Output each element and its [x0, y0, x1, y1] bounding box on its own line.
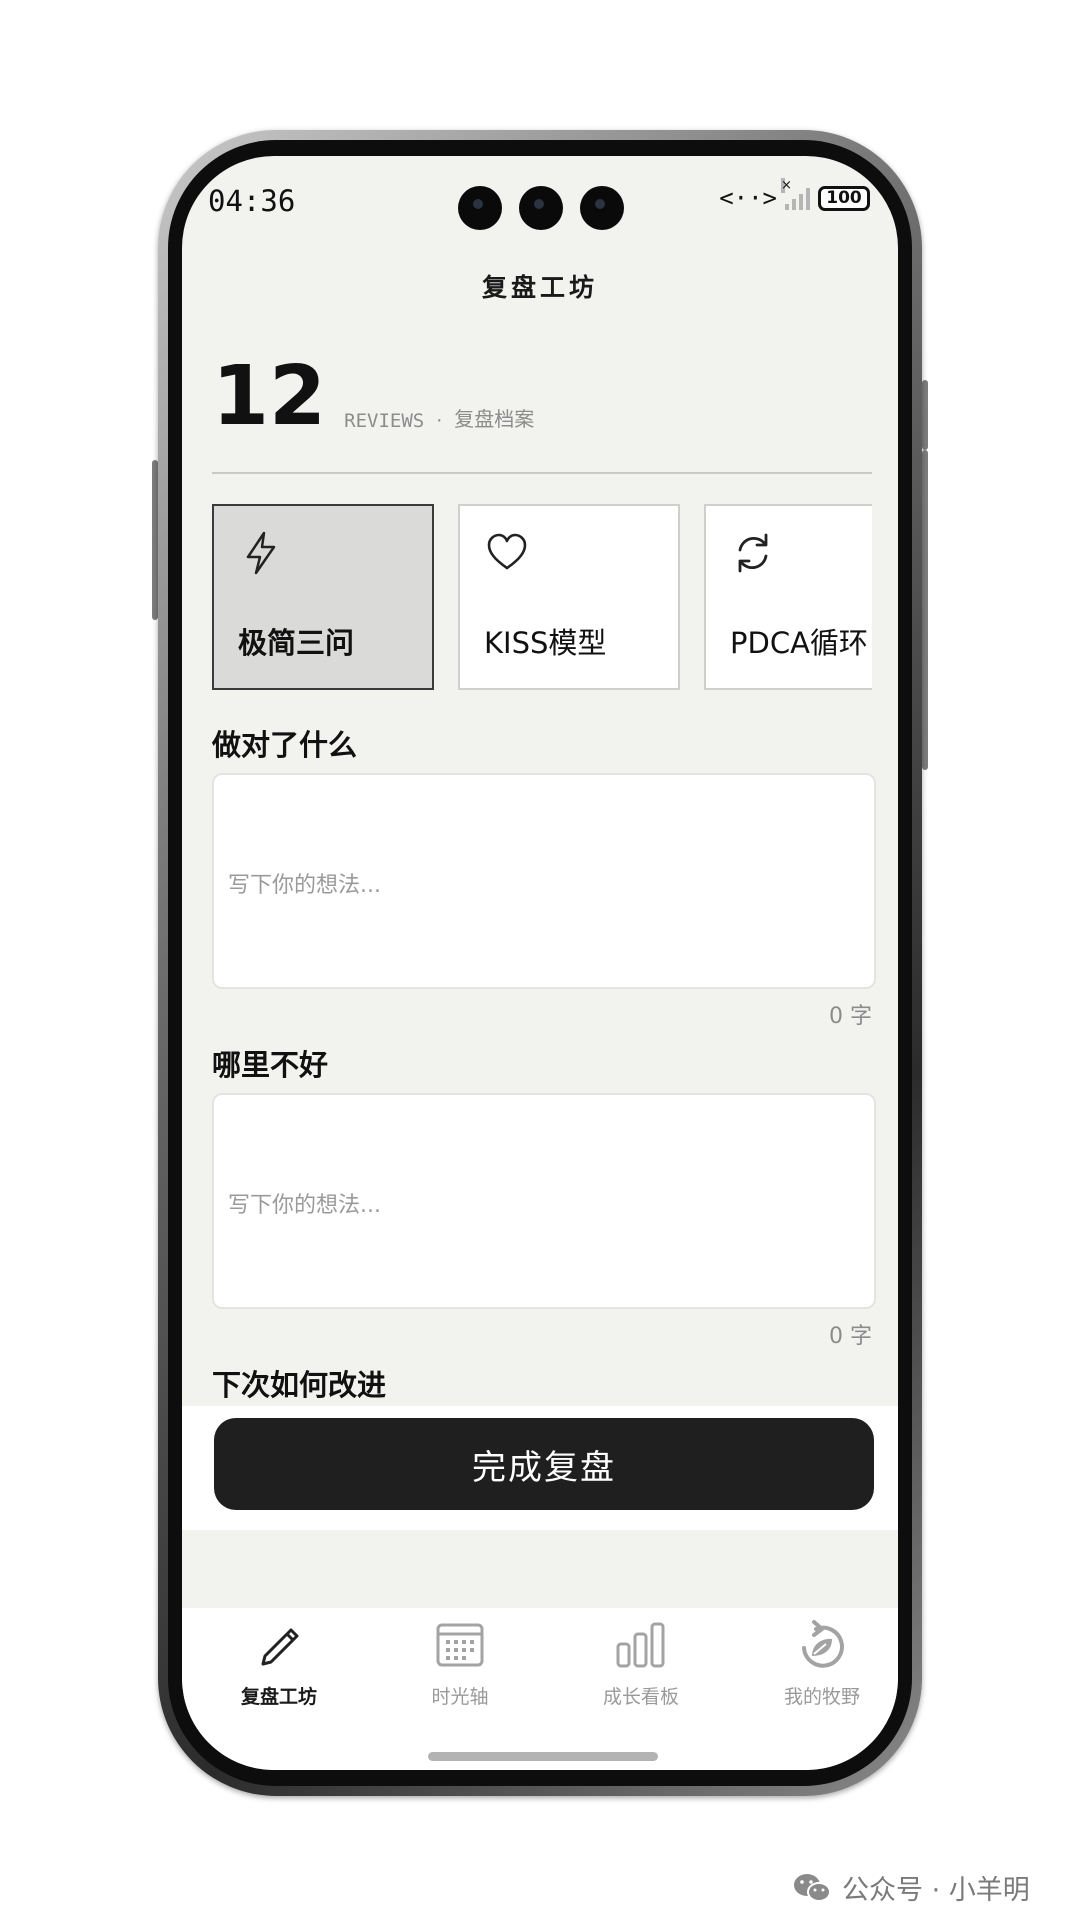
tab-label: 时光轴: [431, 1686, 489, 1708]
tab-review-workshop[interactable]: 复盘工坊: [199, 1618, 359, 1709]
stats-separator: ·: [436, 410, 443, 432]
char-count: 0 字: [829, 1004, 872, 1029]
phone-screen: 04:36 <··> × 100 复盘工坊 12 REVIEWS · 复盘档案: [182, 156, 898, 1770]
tab-label: 成长看板: [602, 1686, 679, 1708]
divider: [212, 472, 872, 474]
char-count: 0 字: [829, 1324, 872, 1349]
tab-label: 复盘工坊: [240, 1686, 317, 1708]
model-card-list[interactable]: 极简三问 KISS模型 PDCA循环: [212, 504, 872, 692]
review-stats: 12 REVIEWS · 复盘档案: [212, 356, 534, 438]
tab-my-pasture[interactable]: 我的牧野: [742, 1618, 898, 1709]
model-card-minimal-three-questions[interactable]: 极简三问: [212, 504, 434, 690]
question-title-how-to-improve: 下次如何改进: [212, 1368, 387, 1402]
answer-placeholder: 写下你的想法...: [228, 1193, 381, 1218]
tab-growth-board[interactable]: 成长看板: [561, 1618, 721, 1709]
finish-review-button[interactable]: 完成复盘: [214, 1418, 874, 1510]
battery-level: 100: [826, 188, 862, 208]
model-card-label: KISS模型: [484, 626, 607, 660]
signal-icon: ×: [781, 178, 810, 210]
tab-timeline[interactable]: 时光轴: [380, 1618, 540, 1709]
page-title: 复盘工坊: [481, 273, 598, 302]
data-transfer-icon: <··>: [719, 184, 777, 212]
battery-icon: 100: [818, 185, 870, 211]
watermark: 公众号 · 小羊明: [792, 1868, 1030, 1907]
question-title-what-went-right: 做对了什么: [212, 728, 358, 762]
camera-lens: [519, 186, 563, 230]
answer-input-what-went-right[interactable]: 写下你的想法...: [212, 773, 876, 989]
question-title-what-went-wrong: 哪里不好: [212, 1048, 329, 1082]
model-card-label: PDCA循环: [730, 626, 868, 660]
calendar-icon: [436, 1623, 484, 1667]
answer-input-what-went-wrong[interactable]: 写下你的想法...: [212, 1093, 876, 1309]
pencil-icon: [261, 1628, 299, 1666]
signal-mark: ×: [781, 178, 792, 193]
model-card-pdca[interactable]: PDCA循环: [704, 504, 872, 690]
bar-chart-icon: [616, 1622, 665, 1668]
camera-lens: [580, 186, 624, 230]
watermark-text: 公众号 · 小羊明: [842, 1875, 1030, 1906]
stage: 04:36 <··> × 100 复盘工坊 12 REVIEWS · 复盘档案: [0, 0, 1080, 1920]
refresh-icon: [738, 533, 768, 573]
wechat-icon: [794, 1873, 831, 1902]
lightning-icon: [246, 531, 276, 575]
phone-side-button-right-top: [922, 380, 928, 450]
tab-bar: 复盘工坊 时光轴 成长看板 我的牧野: [182, 1608, 898, 1770]
model-card-label: 极简三问: [238, 626, 355, 660]
status-time: 04:36: [208, 184, 296, 218]
home-indicator[interactable]: [428, 1752, 658, 1761]
review-archive-link[interactable]: 复盘档案: [454, 403, 534, 432]
status-indicators: <··> × 100: [719, 178, 870, 212]
tab-label: 我的牧野: [783, 1686, 860, 1708]
leaf-cycle-icon: [802, 1620, 844, 1668]
review-count: 12: [212, 349, 327, 444]
action-area: 完成复盘: [182, 1406, 898, 1530]
review-count-label: REVIEWS: [344, 410, 425, 432]
answer-placeholder: 写下你的想法...: [228, 873, 381, 898]
phone-side-button-right: [922, 450, 928, 770]
model-card-kiss[interactable]: KISS模型: [458, 504, 680, 690]
heart-icon: [487, 533, 527, 570]
camera-lens: [458, 186, 502, 230]
